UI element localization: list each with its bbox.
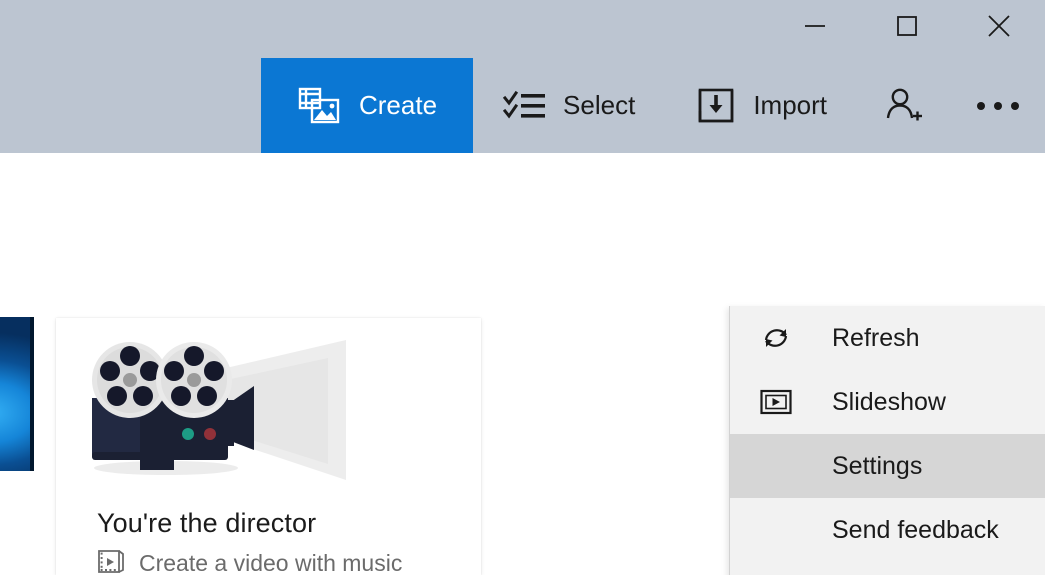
select-checklist-icon (503, 87, 547, 125)
close-button[interactable] (953, 0, 1045, 52)
close-icon (982, 9, 1016, 43)
more-options-icon (977, 101, 1019, 110)
photo-thumbnail[interactable] (0, 317, 34, 471)
menu-item-label: Settings (832, 451, 923, 480)
import-button-label: Import (753, 90, 827, 120)
minimize-icon (798, 9, 832, 43)
movie-projector-illustration (56, 318, 481, 496)
content-area: You're the director Create a video with … (0, 153, 1045, 575)
card-subtitle-row: Create a video with music (97, 549, 402, 575)
menu-item-settings[interactable]: Settings (730, 434, 1045, 498)
add-people-icon (883, 85, 925, 127)
menu-item-label: Send feedback (832, 515, 999, 544)
import-button[interactable]: Import (665, 58, 857, 153)
select-button[interactable]: Select (473, 58, 665, 153)
photos-app-window: Create Select Import You're the director… (0, 0, 1045, 575)
card-title: You're the director (97, 508, 317, 538)
create-video-card[interactable]: You're the director Create a video with … (56, 318, 481, 575)
video-filmstrip-icon (97, 549, 127, 575)
title-bar: Create Select Import (0, 0, 1045, 153)
window-controls (769, 0, 1045, 52)
menu-item-send-feedback[interactable]: Send feedback (730, 498, 1045, 562)
create-button[interactable]: Create (261, 58, 474, 153)
menu-item-label: Slideshow (832, 387, 946, 416)
select-button-label: Select (563, 90, 636, 120)
card-subtitle: Create a video with music (139, 549, 403, 575)
menu-item-slideshow[interactable]: Slideshow (730, 370, 1045, 434)
refresh-icon (756, 321, 796, 355)
import-download-icon (695, 86, 737, 126)
more-options-button[interactable] (951, 58, 1045, 153)
create-button-label: Create (359, 90, 438, 120)
create-video-icon (297, 85, 343, 127)
menu-item-refresh[interactable]: Refresh (730, 306, 1045, 370)
maximize-button[interactable] (861, 0, 953, 52)
overflow-menu: Refresh Slideshow Settings Send feedback (729, 306, 1045, 575)
maximize-icon (890, 9, 924, 43)
thumbnail-image (0, 317, 34, 471)
menu-item-label: Refresh (832, 323, 920, 352)
command-bar: Create Select Import (0, 58, 1045, 153)
slideshow-icon (756, 387, 796, 417)
add-people-button[interactable] (857, 58, 951, 153)
minimize-button[interactable] (769, 0, 861, 52)
thumbnail-edge (30, 317, 34, 471)
